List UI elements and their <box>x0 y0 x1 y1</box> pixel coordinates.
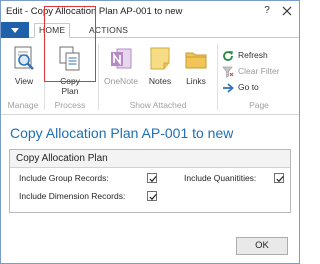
page-title: Copy Allocation Plan AP-001 to new <box>10 125 234 141</box>
include-dimension-records-label: Include Dimension Records: <box>19 191 126 201</box>
view-icon <box>14 46 34 70</box>
notes-label: Notes <box>148 76 172 86</box>
include-quantities-label: Include Quanitities: <box>184 173 257 183</box>
checkmark-icon <box>276 176 284 183</box>
close-button[interactable] <box>279 3 295 19</box>
include-dimension-records-checkbox[interactable] <box>147 191 157 201</box>
app-menu-button[interactable] <box>1 22 29 38</box>
refresh-icon <box>223 51 233 61</box>
fasttab-title: Copy Allocation Plan <box>16 153 108 164</box>
clear-filter-label: Clear Filter <box>238 66 280 76</box>
notes-icon <box>150 47 170 70</box>
arrow-right-icon <box>223 83 234 93</box>
view-button[interactable]: View <box>7 46 41 90</box>
include-group-records-checkbox[interactable] <box>147 173 157 183</box>
links-label: Links <box>186 76 206 86</box>
refresh-label: Refresh <box>238 50 268 60</box>
links-icon <box>185 52 207 69</box>
onenote-icon <box>111 48 132 69</box>
notes-button[interactable]: Notes <box>143 46 177 90</box>
links-button[interactable]: Links <box>179 46 213 90</box>
dialog-window: Edit - Copy Allocation Plan AP-001 to ne… <box>0 0 300 264</box>
chevron-down-icon <box>11 28 19 33</box>
group-divider <box>98 44 99 110</box>
help-button[interactable]: ? <box>259 3 275 19</box>
onenote-button[interactable]: OneNote <box>101 46 141 90</box>
copy-plan-label-line-2: Plan <box>61 86 79 96</box>
group-label-manage: Manage <box>7 100 39 110</box>
group-label-page: Page <box>249 100 269 110</box>
copy-plan-highlight-box <box>44 6 96 82</box>
go-to-label: Go to <box>238 82 259 92</box>
fasttab-copy-allocation-plan: Copy Allocation Plan Include Group Recor… <box>9 149 291 213</box>
view-label: View <box>14 76 34 86</box>
include-quantities-checkbox[interactable] <box>274 173 284 183</box>
ok-button[interactable]: OK <box>236 237 288 255</box>
group-label-process: Process <box>54 100 86 110</box>
fasttab-header[interactable]: Copy Allocation Plan <box>10 150 290 168</box>
close-icon <box>282 6 292 16</box>
onenote-label: OneNote <box>103 76 139 86</box>
checkmark-icon <box>149 176 157 183</box>
group-label-show-attached: Show Attached <box>129 100 187 110</box>
group-divider <box>217 44 218 110</box>
clear-filter-icon <box>222 66 234 78</box>
include-group-records-label: Include Group Records: <box>19 173 109 183</box>
checkmark-icon <box>149 194 157 201</box>
